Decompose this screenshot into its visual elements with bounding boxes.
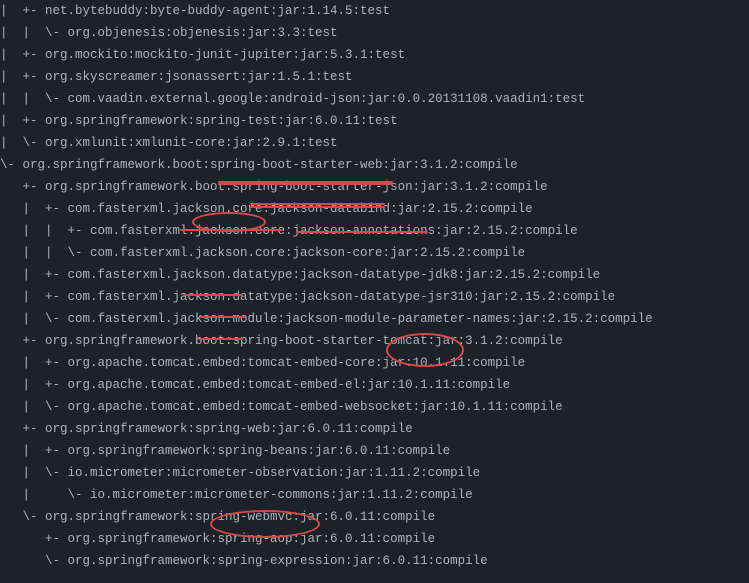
dependency-line: | \- org.apache.tomcat.embed:tomcat-embe… — [0, 396, 749, 418]
dependency-line: | \- io.micrometer:micrometer-commons:ja… — [0, 484, 749, 506]
dependency-line: | \- io.micrometer:micrometer-observatio… — [0, 462, 749, 484]
dependency-line: | | +- com.fasterxml.jackson.core:jackso… — [0, 220, 749, 242]
dependency-line: \- org.springframework:spring-webmvc:jar… — [0, 506, 749, 528]
dependency-tree-output: | +- net.bytebuddy:byte-buddy-agent:jar:… — [0, 0, 749, 572]
dependency-line: \- org.springframework.boot:spring-boot-… — [0, 154, 749, 176]
dependency-line: +- org.springframework.boot:spring-boot-… — [0, 176, 749, 198]
dependency-line: | +- org.skyscreamer:jsonassert:jar:1.5.… — [0, 66, 749, 88]
dependency-line: \- org.springframework:spring-expression… — [0, 550, 749, 572]
dependency-line: | +- net.bytebuddy:byte-buddy-agent:jar:… — [0, 0, 749, 22]
dependency-line: +- org.springframework.boot:spring-boot-… — [0, 330, 749, 352]
dependency-line: | +- org.mockito:mockito-junit-jupiter:j… — [0, 44, 749, 66]
dependency-line: +- org.springframework:spring-web:jar:6.… — [0, 418, 749, 440]
dependency-line: | \- com.fasterxml.jackson.module:jackso… — [0, 308, 749, 330]
dependency-line: | +- com.fasterxml.jackson.datatype:jack… — [0, 264, 749, 286]
dependency-line: | +- org.apache.tomcat.embed:tomcat-embe… — [0, 352, 749, 374]
dependency-line: | | \- org.objenesis:objenesis:jar:3.3:t… — [0, 22, 749, 44]
dependency-line: +- org.springframework:spring-aop:jar:6.… — [0, 528, 749, 550]
dependency-line: | +- com.fasterxml.jackson.datatype:jack… — [0, 286, 749, 308]
dependency-line: | | \- com.vaadin.external.google:androi… — [0, 88, 749, 110]
dependency-line: | +- org.springframework:spring-test:jar… — [0, 110, 749, 132]
dependency-line: | +- org.apache.tomcat.embed:tomcat-embe… — [0, 374, 749, 396]
dependency-line: | +- org.springframework:spring-beans:ja… — [0, 440, 749, 462]
dependency-line: | \- org.xmlunit:xmlunit-core:jar:2.9.1:… — [0, 132, 749, 154]
dependency-line: | +- com.fasterxml.jackson.core:jackson-… — [0, 198, 749, 220]
dependency-line: | | \- com.fasterxml.jackson.core:jackso… — [0, 242, 749, 264]
